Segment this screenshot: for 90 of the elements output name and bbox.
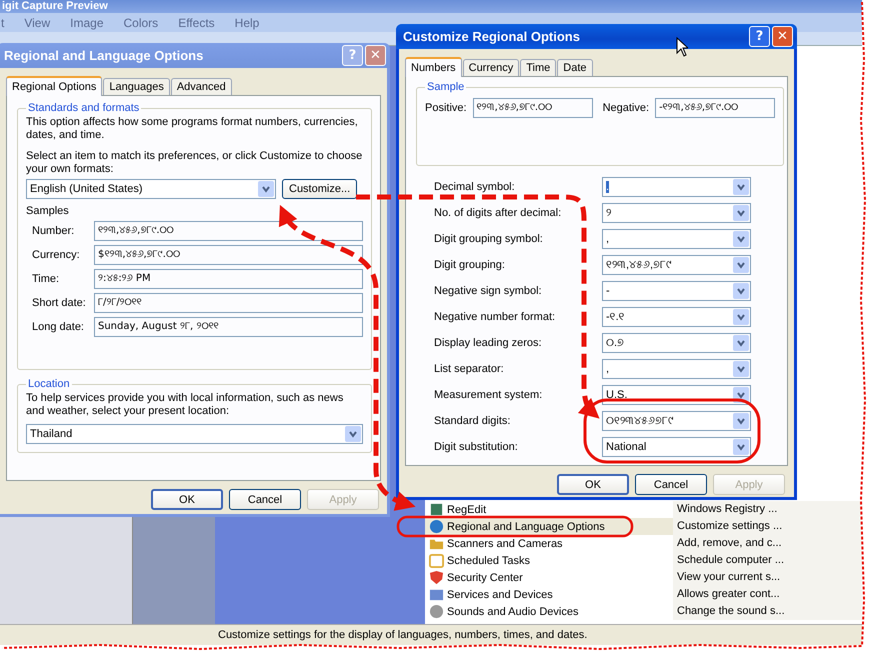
tab[interactable]: Regional Options <box>6 76 102 96</box>
group-title: Location <box>27 378 71 390</box>
setting-dropdown[interactable]: ୧୨୩,୪୫୬,୭୮୯ <box>602 255 751 275</box>
list-item[interactable]: Services and Devices <box>425 586 673 603</box>
tab[interactable]: Numbers <box>405 57 462 77</box>
list-item[interactable]: Sounds and Audio Devices <box>425 603 673 620</box>
sample-value: -୧୨୩,୪୫୬,୭୮୯.୦୦ <box>655 98 776 118</box>
sample-value: ୧୨୩,୪୫୬,୭୮୯.୦୦ <box>472 98 593 118</box>
dialog-title: Customize Regional Options <box>403 29 581 44</box>
item-description: Customize settings ... <box>673 518 862 535</box>
section-label: Samples <box>26 205 70 217</box>
tab[interactable]: Date <box>557 59 593 76</box>
sample-value: ୮/୨୮/୨୦୧୧ <box>94 293 363 313</box>
caret-icon <box>733 283 749 299</box>
item-description: Windows Registry ... <box>673 501 862 518</box>
setting-label: Negative number format: <box>434 311 556 323</box>
caret-icon <box>345 426 361 442</box>
list-item[interactable]: RegEdit <box>425 501 673 518</box>
prompt-text: Select an item to match its preferences, or click Customize to choose your own formats: <box>26 150 363 176</box>
sample-value: $୧୨୩,୪୫୬,୭୮୯.୦୦ <box>94 245 363 265</box>
shield-icon <box>429 570 444 585</box>
setting-dropdown[interactable]: , <box>602 229 751 249</box>
sample-label: Number: <box>32 225 76 237</box>
close-button[interactable]: ✕ <box>772 26 793 47</box>
setting-label: Standard digits: <box>434 415 510 427</box>
setting-label: No. of digits after decimal: <box>434 207 562 219</box>
setting-dropdown[interactable]: ୦.୭ <box>602 333 751 353</box>
dialog-button[interactable]: Cancel <box>229 489 301 510</box>
dialog-button[interactable]: OK <box>557 474 629 495</box>
item-description: Change the sound s... <box>673 603 862 620</box>
window-title: igit Capture Preview <box>1 0 109 13</box>
item-description: View your current s... <box>673 569 862 586</box>
setting-dropdown[interactable]: ୦୧୨୩୪୫୬୭୮୯ <box>602 411 751 431</box>
field-label: Negative: <box>602 102 650 114</box>
dialog-button[interactable]: Cancel <box>635 474 707 495</box>
caret-icon <box>733 231 749 247</box>
help-button[interactable]: ? <box>749 26 770 47</box>
customize-button[interactable]: Customize... <box>282 179 358 199</box>
item-description: Schedule computer ... <box>673 552 862 569</box>
list-item[interactable]: Scheduled Tasks <box>425 552 673 569</box>
caret-icon <box>733 257 749 273</box>
status-text: Customize settings for the display of languages, numbers, times, and dates. <box>218 629 588 641</box>
location-dropdown[interactable]: Thailand <box>26 424 363 444</box>
caret-icon <box>733 205 749 221</box>
list-item[interactable]: Scanners and Cameras <box>425 535 673 552</box>
setting-dropdown[interactable]: . <box>602 177 751 197</box>
item-description: Allows greater cont... <box>673 586 862 603</box>
setting-label: Digit substitution: <box>434 441 518 453</box>
sample-label: Currency: <box>32 249 81 261</box>
setting-dropdown[interactable]: ୨ <box>602 203 751 223</box>
tab[interactable]: Currency <box>462 59 520 76</box>
setting-label: Measurement system: <box>434 389 542 401</box>
setting-label: Digit grouping symbol: <box>434 233 543 245</box>
sample-value: Sunday, August ୨୮, ୨୦୧୧ <box>94 317 363 337</box>
setting-dropdown[interactable]: , <box>602 359 751 379</box>
tab[interactable]: Languages <box>103 78 170 95</box>
list-item[interactable]: Regional and Language Options <box>425 518 673 535</box>
list-item[interactable]: Security Center <box>425 569 673 586</box>
setting-label: Decimal symbol: <box>434 181 515 193</box>
group-title: Sample <box>426 81 466 93</box>
sample-label: Time: <box>32 273 60 285</box>
caret-icon <box>733 439 749 455</box>
setting-label: List separator: <box>434 363 504 375</box>
item-description: Add, remove, and c... <box>673 535 862 552</box>
setting-label: Negative sign symbol: <box>434 285 542 297</box>
sample-label: Long date: <box>32 321 85 333</box>
tab[interactable]: Time <box>520 59 556 76</box>
caret-icon <box>733 335 749 351</box>
format-dropdown[interactable]: English (United States) <box>26 179 276 199</box>
setting-dropdown[interactable]: - <box>602 281 751 301</box>
description-text: This option affects how some programs format numbers, currencies, dates, and time. <box>26 116 359 142</box>
caret-icon <box>733 361 749 377</box>
caret-icon <box>733 309 749 325</box>
setting-dropdown[interactable]: National <box>602 437 751 457</box>
caret-icon <box>258 181 274 197</box>
setting-label: Display leading zeros: <box>434 337 542 349</box>
description-text: To help services provide you with local information, such as news and weather, select your present location: <box>26 392 344 418</box>
setting-label: Digit grouping: <box>434 259 505 271</box>
dialog-button[interactable]: OK <box>151 489 223 510</box>
cursor-icon <box>676 37 688 57</box>
caret-icon <box>733 179 749 195</box>
group-title: Standards and formats <box>27 102 140 114</box>
sample-label: Short date: <box>32 297 87 309</box>
caret-icon <box>733 413 749 429</box>
field-label: Positive: <box>425 102 467 114</box>
tab[interactable]: Advanced <box>170 78 232 95</box>
dialog-title: Regional and Language Options <box>4 48 204 63</box>
setting-dropdown[interactable]: -୧.୧ <box>602 307 751 327</box>
sample-value: ୨:୪୫:୨୬ PM <box>94 269 363 289</box>
sample-value: ୧୨୩,୪୫୬,୭୮୯.୦୦ <box>94 221 363 241</box>
